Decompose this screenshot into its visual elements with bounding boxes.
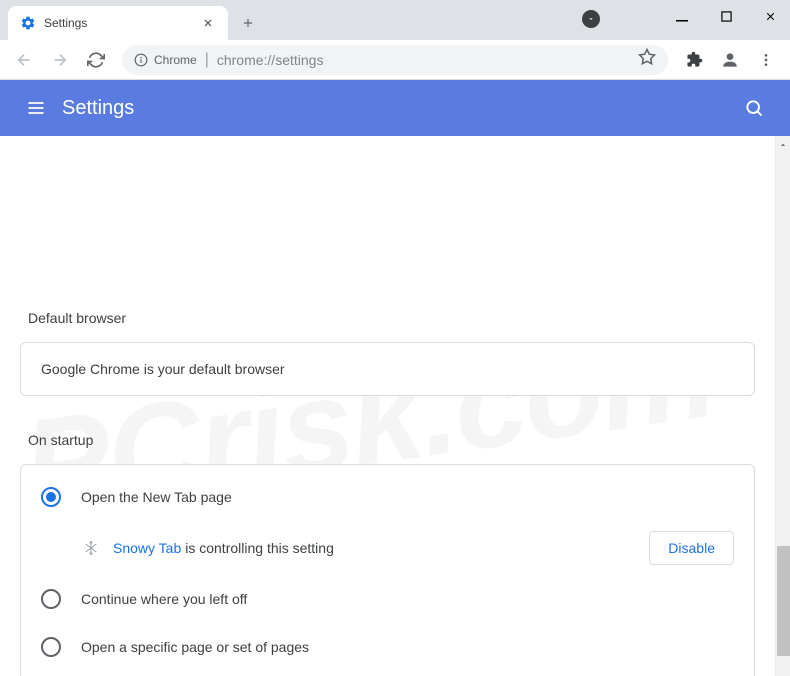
extension-link[interactable]: Snowy Tab <box>113 540 181 556</box>
profile-avatar-icon[interactable] <box>714 44 746 76</box>
section-default-browser-title: Default browser <box>28 310 755 326</box>
radio-label: Open the New Tab page <box>81 489 232 505</box>
radio-unselected-icon[interactable] <box>41 589 61 609</box>
startup-option-continue[interactable]: Continue where you left off <box>41 575 734 623</box>
scroll-up-icon[interactable] <box>776 136 790 153</box>
tab-title: Settings <box>44 16 200 30</box>
extension-notice-text: is controlling this setting <box>185 540 649 556</box>
default-browser-card: Google Chrome is your default browser <box>20 342 755 396</box>
browser-tab[interactable]: Settings <box>8 6 228 40</box>
section-on-startup-title: On startup <box>28 432 755 448</box>
close-window-button[interactable] <box>760 6 780 26</box>
maximize-button[interactable] <box>716 6 736 26</box>
radio-selected-icon[interactable] <box>41 487 61 507</box>
on-startup-card: Open the New Tab page Snowy Tab is contr… <box>20 464 755 676</box>
browser-titlebar: Settings <box>0 0 790 40</box>
default-browser-message: Google Chrome is your default browser <box>41 361 734 377</box>
radio-label: Open a specific page or set of pages <box>81 639 309 655</box>
new-tab-button[interactable] <box>234 9 262 37</box>
settings-content: PCrisk.com Default browser Google Chrome… <box>0 136 775 676</box>
startup-option-newtab[interactable]: Open the New Tab page <box>41 473 734 521</box>
browser-toolbar: Chrome | chrome://settings <box>0 40 790 80</box>
startup-option-specific-pages[interactable]: Open a specific page or set of pages <box>41 623 734 671</box>
scrollbar[interactable] <box>775 136 790 676</box>
settings-appbar: Settings <box>0 80 790 136</box>
menu-hamburger-icon[interactable] <box>16 88 56 128</box>
window-controls <box>672 6 780 26</box>
bookmark-star-icon[interactable] <box>638 48 656 71</box>
disable-extension-button[interactable]: Disable <box>649 531 734 565</box>
extension-controlling-notice: Snowy Tab is controlling this setting Di… <box>41 521 734 575</box>
radio-unselected-icon[interactable] <box>41 637 61 657</box>
scrollbar-thumb[interactable] <box>777 546 790 656</box>
minimize-button[interactable] <box>672 6 692 26</box>
reload-button[interactable] <box>80 44 112 76</box>
page-title: Settings <box>62 97 734 120</box>
back-button[interactable] <box>8 44 40 76</box>
extensions-icon[interactable] <box>678 44 710 76</box>
close-tab-icon[interactable] <box>200 15 216 31</box>
snowflake-icon <box>81 538 101 558</box>
media-control-badge[interactable] <box>582 10 600 28</box>
forward-button[interactable] <box>44 44 76 76</box>
radio-label: Continue where you left off <box>81 591 247 607</box>
settings-gear-icon <box>20 15 36 31</box>
url-scheme: Chrome <box>154 53 197 67</box>
chrome-menu-icon[interactable] <box>750 44 782 76</box>
url-separator: | <box>205 51 209 69</box>
address-bar[interactable]: Chrome | chrome://settings <box>122 45 668 75</box>
search-icon[interactable] <box>734 88 774 128</box>
url-text: chrome://settings <box>217 52 324 68</box>
site-info-icon[interactable]: Chrome <box>134 53 197 67</box>
